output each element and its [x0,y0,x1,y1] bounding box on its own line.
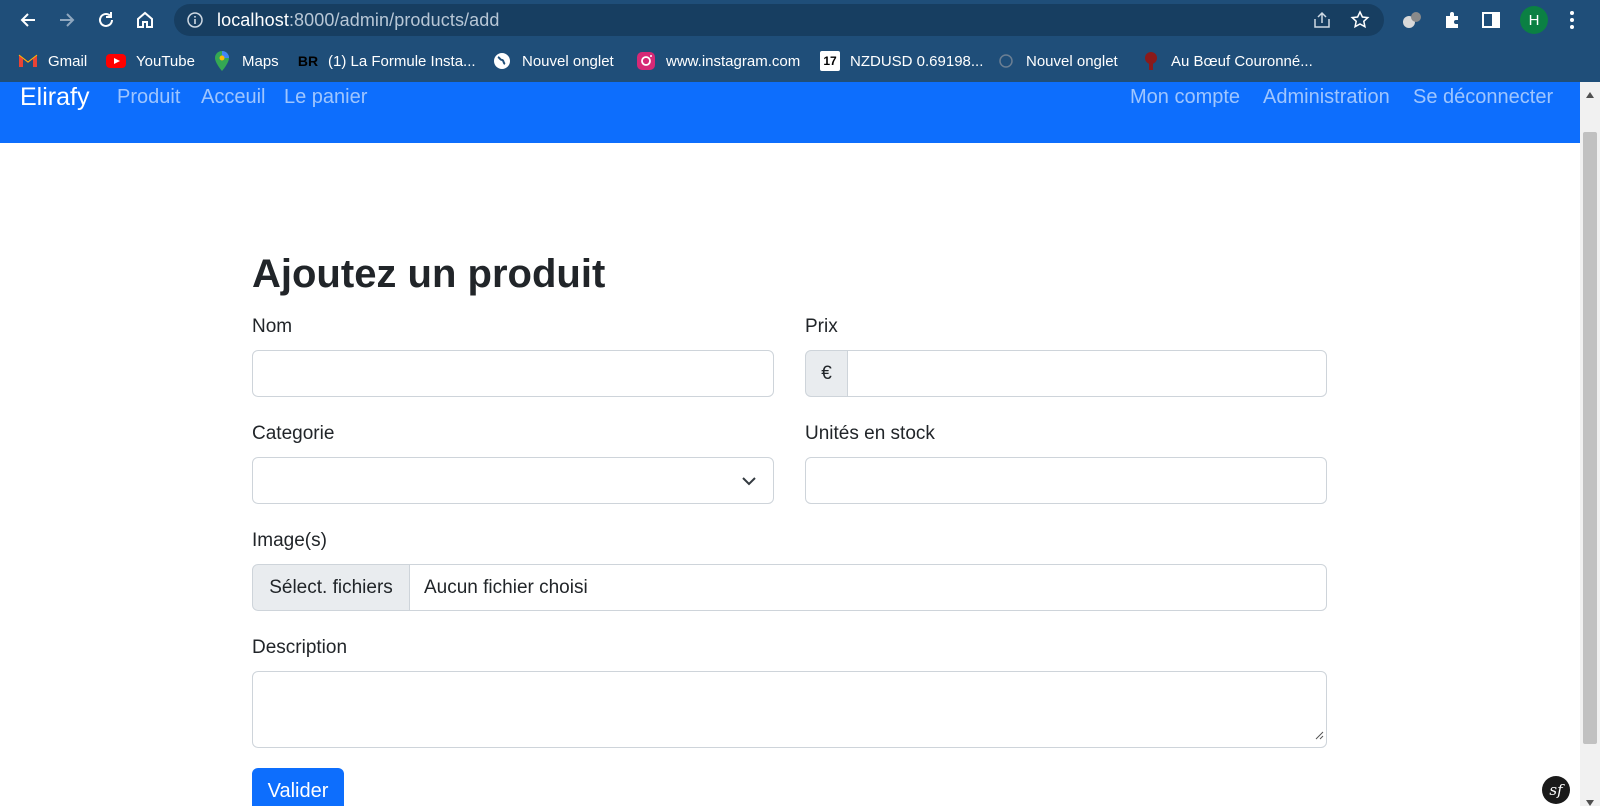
resize-handle-icon[interactable] [1314,727,1324,745]
file-select-button[interactable]: Sélect. fichiers [252,564,410,611]
currency-addon: € [805,350,848,397]
nav-link-se-deconnecter[interactable]: Se déconnecter [1413,86,1553,109]
nav-link-le-panier[interactable]: Le panier [284,86,367,109]
name-input[interactable] [252,350,774,397]
bookmark-label: Gmail [48,52,88,70]
browser-toolbar: localhost:8000/admin/products/add H [0,0,1600,40]
scroll-up-icon[interactable] [1585,86,1595,104]
nouvel-onglet-icon [996,51,1016,71]
stock-input[interactable] [805,457,1327,504]
extensions-puzzle-icon[interactable] [1440,8,1464,32]
bookmark-label: NZDUSD 0.69198... [850,52,984,70]
bookmark-label: Au Bœuf Couronné... [1171,52,1313,70]
url-host: localhost [217,10,289,30]
nav-link-acceuil[interactable]: Acceuil [201,86,265,109]
bookmark-nouvel-onglet-1[interactable]: Nouvel onglet [492,49,614,73]
restaurant-icon [1141,51,1161,71]
globe-icon [492,51,512,71]
br-icon: BR [297,53,319,69]
bookmark-label: YouTube [136,52,195,70]
address-bar[interactable]: localhost:8000/admin/products/add [174,4,1384,36]
menu-kebab-icon[interactable] [1560,8,1584,32]
category-label: Categorie [252,423,335,444]
bookmark-nouvel-onglet-2[interactable]: Nouvel onglet [996,49,1118,73]
youtube-icon [106,51,126,71]
price-input[interactable] [847,350,1327,397]
name-label: Nom [252,316,293,337]
description-label: Description [252,637,348,658]
profile-avatar[interactable]: H [1520,6,1548,34]
chevron-down-icon [741,474,757,492]
site-info-icon[interactable] [186,11,204,34]
file-status: Aucun fichier choisi [424,577,588,598]
instagram-icon [636,51,656,71]
bookmark-label: www.instagram.com [666,52,801,70]
bookmark-label: Maps [242,52,279,70]
bookmark-nzdusd[interactable]: 17 NZDUSD 0.69198... [820,49,983,73]
page-scrollbar[interactable] [1580,82,1600,806]
file-input[interactable]: Aucun fichier choisi [409,564,1327,611]
images-label: Image(s) [252,530,327,551]
bookmark-gmail[interactable]: Gmail [18,49,87,73]
forward-arrow-icon[interactable] [55,8,79,32]
nav-link-administration[interactable]: Administration [1263,86,1390,109]
nav-link-mon-compte[interactable]: Mon compte [1130,86,1240,109]
bookmark-youtube[interactable]: YouTube [106,49,195,73]
url-text: localhost:8000/admin/products/add [217,10,500,31]
page-title: Ajoutez un produit [252,252,606,296]
bookmark-label: Nouvel onglet [1026,52,1118,70]
tradingview-icon: 17 [820,51,840,71]
navbar-brand[interactable]: Elirafy [20,83,89,112]
bookmark-instagram[interactable]: www.instagram.com [636,49,800,73]
back-arrow-icon[interactable] [16,8,40,32]
share-icon[interactable] [1312,11,1332,34]
url-path: :8000/admin/products/add [288,10,500,30]
submit-button[interactable]: Valider [252,768,344,806]
reload-icon[interactable] [94,8,118,32]
category-select[interactable] [252,457,774,504]
nav-link-produit[interactable]: Produit [117,86,180,109]
maps-icon [212,51,232,71]
bookmark-maps[interactable]: Maps [212,49,279,73]
bookmarks-bar: Gmail YouTube Maps BR (1) La Formule Ins… [0,40,1600,82]
scroll-down-icon[interactable] [1585,794,1595,812]
stock-label: Unités en stock [805,423,935,444]
bookmark-au-boeuf[interactable]: Au Bœuf Couronné... [1141,49,1313,73]
bookmark-label: Nouvel onglet [522,52,614,70]
page-viewport: Elirafy Produit Acceuil Le panier Mon co… [0,82,1580,806]
gmail-icon [18,51,38,71]
bookmark-la-formule[interactable]: BR (1) La Formule Insta... [298,49,476,73]
scroll-thumb[interactable] [1583,132,1597,744]
side-panel-icon[interactable] [1479,8,1503,32]
bookmark-label: (1) La Formule Insta... [328,52,476,70]
description-textarea[interactable] [252,671,1327,748]
home-icon[interactable] [133,8,157,32]
bookmark-star-icon[interactable] [1350,10,1370,35]
price-label: Prix [805,316,838,337]
symfony-toolbar-icon[interactable]: sf [1542,776,1570,804]
app-navbar: Elirafy Produit Acceuil Le panier Mon co… [0,82,1580,143]
extension-balls-icon[interactable] [1400,8,1424,32]
